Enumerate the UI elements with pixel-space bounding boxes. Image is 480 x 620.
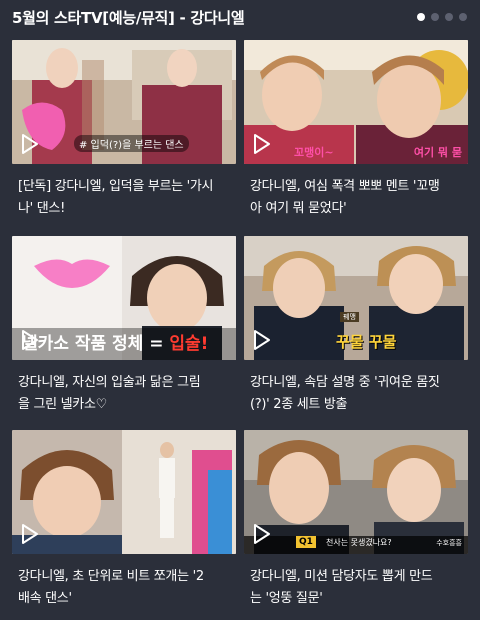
page-dot-3[interactable] [445,13,453,21]
video-thumbnail[interactable]: 넬카소 작품 정체 = 입술! [12,236,236,360]
video-thumbnail[interactable]: 꿰맹 꾸물 꾸물 [244,236,468,360]
video-title[interactable]: 강다니엘, 여심 폭격 뽀뽀 멘트 '꼬맹 아 여기 뭐 묻었다' [250,176,466,220]
video-thumbnail[interactable]: 꼬맹이~ 여기 뭐 묻 [244,40,468,164]
play-icon [254,134,270,154]
play-icon [22,524,38,544]
video-title[interactable]: 강다니엘, 자신의 입술과 닮은 그림 을 그린 넬카소♡ [18,372,234,416]
section-title: 5월의 스타TV[예능/뮤직] - 강다니엘 [12,9,245,27]
video-thumbnail[interactable]: # 입덕(?)을 부르는 댄스 [12,40,236,164]
carousel-pagination [417,13,467,21]
section-header: 5월의 스타TV[예능/뮤직] - 강다니엘 [0,0,480,34]
thumbnail-question-badge: Q1 [296,536,316,548]
play-icon [254,330,270,350]
thumbnail-image [12,430,236,554]
thumbnail-caption: 꾸물 꾸물 [336,333,397,351]
play-icon [22,134,38,154]
thumbnail-tag: 꿰맹 [340,312,359,322]
page-dot-4[interactable] [459,13,467,21]
video-title[interactable]: 강다니엘, 초 단위로 비트 쪼개는 '2 배속 댄스' [18,566,234,610]
video-thumbnail[interactable]: Q1 천사는 못생겼나요? 수호흥흥 [244,430,468,554]
video-thumbnail[interactable] [12,430,236,554]
play-icon [254,524,270,544]
thumbnail-caption-right: 여기 뭐 묻 [413,146,462,159]
page-dot-1[interactable] [417,13,425,21]
video-title[interactable]: [단독] 강다니엘, 입덕을 부르는 '가시 나' 댄스! [18,176,234,220]
thumbnail-caption-left: 꼬맹이~ [294,146,334,159]
thumbnail-caption: # 입덕(?)을 부르는 댄스 [74,135,189,152]
thumbnail-caption: 넬카소 작품 정체 = 입술! [22,334,209,354]
thumbnail-subtext: 수호흥흥 [436,539,462,547]
video-title[interactable]: 강다니엘, 속담 설명 중 '귀여운 몸짓 (?)' 2종 세트 방출 [250,372,466,416]
page-dot-2[interactable] [431,13,439,21]
video-title[interactable]: 강다니엘, 미션 담당자도 뽑게 만드 는 '엉뚱 질문' [250,566,466,610]
thumbnail-image [244,430,468,554]
thumbnail-caption: 천사는 못생겼나요? [326,538,392,547]
